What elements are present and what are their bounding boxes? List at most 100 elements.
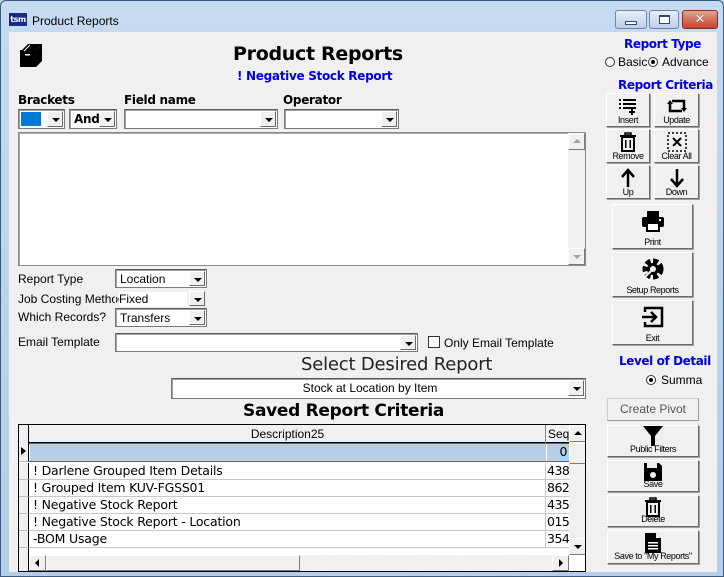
remove-button[interactable]: Remove [606,129,650,163]
row-selector [19,548,29,571]
save-button[interactable]: Save [607,460,699,492]
row-selector[interactable] [19,443,29,462]
save-to-my-reports-button[interactable]: Save to "My Reports" [607,530,699,564]
clear-all-button[interactable]: Clear All [654,129,699,163]
up-button[interactable]: Up [606,165,650,199]
print-label: Print [644,237,661,247]
column-header-seq[interactable]: Seq [547,425,569,443]
scroll-right-icon[interactable] [552,555,569,571]
chevron-down-icon[interactable] [189,310,205,325]
exit-icon [641,306,663,328]
chevron-down-icon[interactable] [400,335,416,350]
row-selector[interactable] [19,480,29,497]
up-label: Up [622,187,634,197]
cell-seq: 862 [547,480,569,495]
chevron-down-icon[interactable] [99,111,115,127]
row-selector[interactable] [19,463,29,480]
setup-reports-button[interactable]: Setup Reports [612,252,693,297]
row-selector[interactable] [19,497,29,514]
save-label: Save [643,479,663,489]
grid-corner [19,425,29,443]
field-name-dropdown[interactable] [124,109,278,129]
criteria-textarea[interactable] [18,132,586,266]
chevron-down-icon[interactable] [568,380,584,396]
brackets-dropdown[interactable] [18,109,65,129]
scroll-up-icon[interactable] [569,425,585,442]
radio-summary[interactable] [646,375,656,385]
chevron-down-icon[interactable] [189,291,205,306]
chevron-down-icon[interactable] [189,271,205,286]
report-type-heading: Report Type [624,37,701,51]
title-bar: tsm Product Reports ✕ [1,1,723,31]
insert-list-icon [619,99,636,115]
page-title: Product Reports [233,43,403,65]
operator-dropdown[interactable] [284,109,399,129]
scroll-left-icon[interactable] [29,555,46,571]
printer-icon [641,211,664,232]
exit-label: Exit [645,333,660,343]
report-type-dropdown[interactable]: Location [115,269,207,288]
table-row[interactable]: ! Negative Stock Report 435 [19,497,569,514]
close-icon: ✕ [694,12,706,27]
desired-report-dropdown[interactable]: Stock at Location by Item [171,378,586,399]
table-row[interactable]: -BOM Usage 354 [19,531,569,548]
row-selector[interactable] [19,514,29,531]
update-button[interactable]: Update [654,93,699,127]
only-email-template-checkbox[interactable] [428,336,440,348]
radio-advance[interactable] [648,57,658,67]
arrow-up-icon [621,168,635,187]
column-header-description[interactable]: Description25 [30,425,546,443]
grid-header: Description25 Seq [19,425,569,443]
table-row[interactable]: ! Negative Stock Report - Location 015 [19,514,569,531]
down-label: Down [665,187,688,197]
scroll-up-icon[interactable] [568,133,585,150]
radio-basic[interactable] [605,57,615,67]
saved-criteria-heading: Saved Report Criteria [243,401,445,421]
scroll-down-icon[interactable] [569,538,585,555]
grid-vertical-scrollbar[interactable] [569,425,585,555]
create-pivot-button[interactable]: Create Pivot [607,398,699,421]
email-template-dropdown[interactable] [115,333,418,352]
job-costing-dropdown[interactable]: Fixed [115,289,207,308]
delete-button[interactable]: Delete [607,495,699,527]
grid-horizontal-scrollbar[interactable] [29,555,569,571]
arrow-down-icon [669,169,684,188]
maximize-button[interactable] [649,10,679,29]
setup-reports-label: Setup Reports [626,285,679,295]
print-button[interactable]: Print [612,204,693,249]
brackets-label: Brackets [18,93,75,107]
which-records-value: Transfers [120,311,171,325]
insert-button[interactable]: Insert [606,93,650,127]
scroll-down-icon[interactable] [568,248,585,265]
cell-seq: 354 [547,531,569,546]
clear-all-icon [666,132,687,152]
cell-description: ! Negative Stock Report - Location [30,514,546,530]
public-filters-button[interactable]: Public Filters [607,425,699,457]
which-records-dropdown[interactable]: Transfers [115,308,207,327]
vertical-scroll-thumb[interactable] [569,442,585,464]
table-row[interactable]: 0 [19,443,569,462]
table-row[interactable]: ! Grouped Item KUV-FGSS01 862 [19,480,569,497]
table-row[interactable]: ! Darlene Grouped Item Details 438 [19,463,569,480]
minimize-button[interactable] [615,10,647,29]
criteria-scrollbar[interactable] [568,133,585,265]
trash-icon [620,132,636,152]
job-costing-label: Job Costing Method [18,292,124,306]
saved-criteria-grid: Description25 Seq 0 ! Darlene Grouped It… [18,424,586,572]
cell-seq: 0 [547,444,569,461]
app-logo-icon: tsm [9,13,27,26]
down-button[interactable]: Down [654,165,699,199]
row-selector[interactable] [19,531,29,548]
chevron-down-icon[interactable] [47,111,63,127]
clear-all-label: Clear All [661,151,692,161]
cell-seq: 435 [547,497,569,512]
chevron-down-icon[interactable] [381,111,397,127]
client-area: Product Reports ! Negative Stock Report … [9,32,717,572]
chevron-down-icon[interactable] [260,111,276,127]
select-report-heading: Select Desired Report [301,354,493,375]
job-costing-value: Fixed [119,292,187,306]
and-or-dropdown[interactable]: And [69,109,117,129]
horizontal-scroll-thumb[interactable] [46,555,300,571]
exit-button[interactable]: Exit [612,300,693,345]
close-button[interactable]: ✕ [682,10,718,29]
